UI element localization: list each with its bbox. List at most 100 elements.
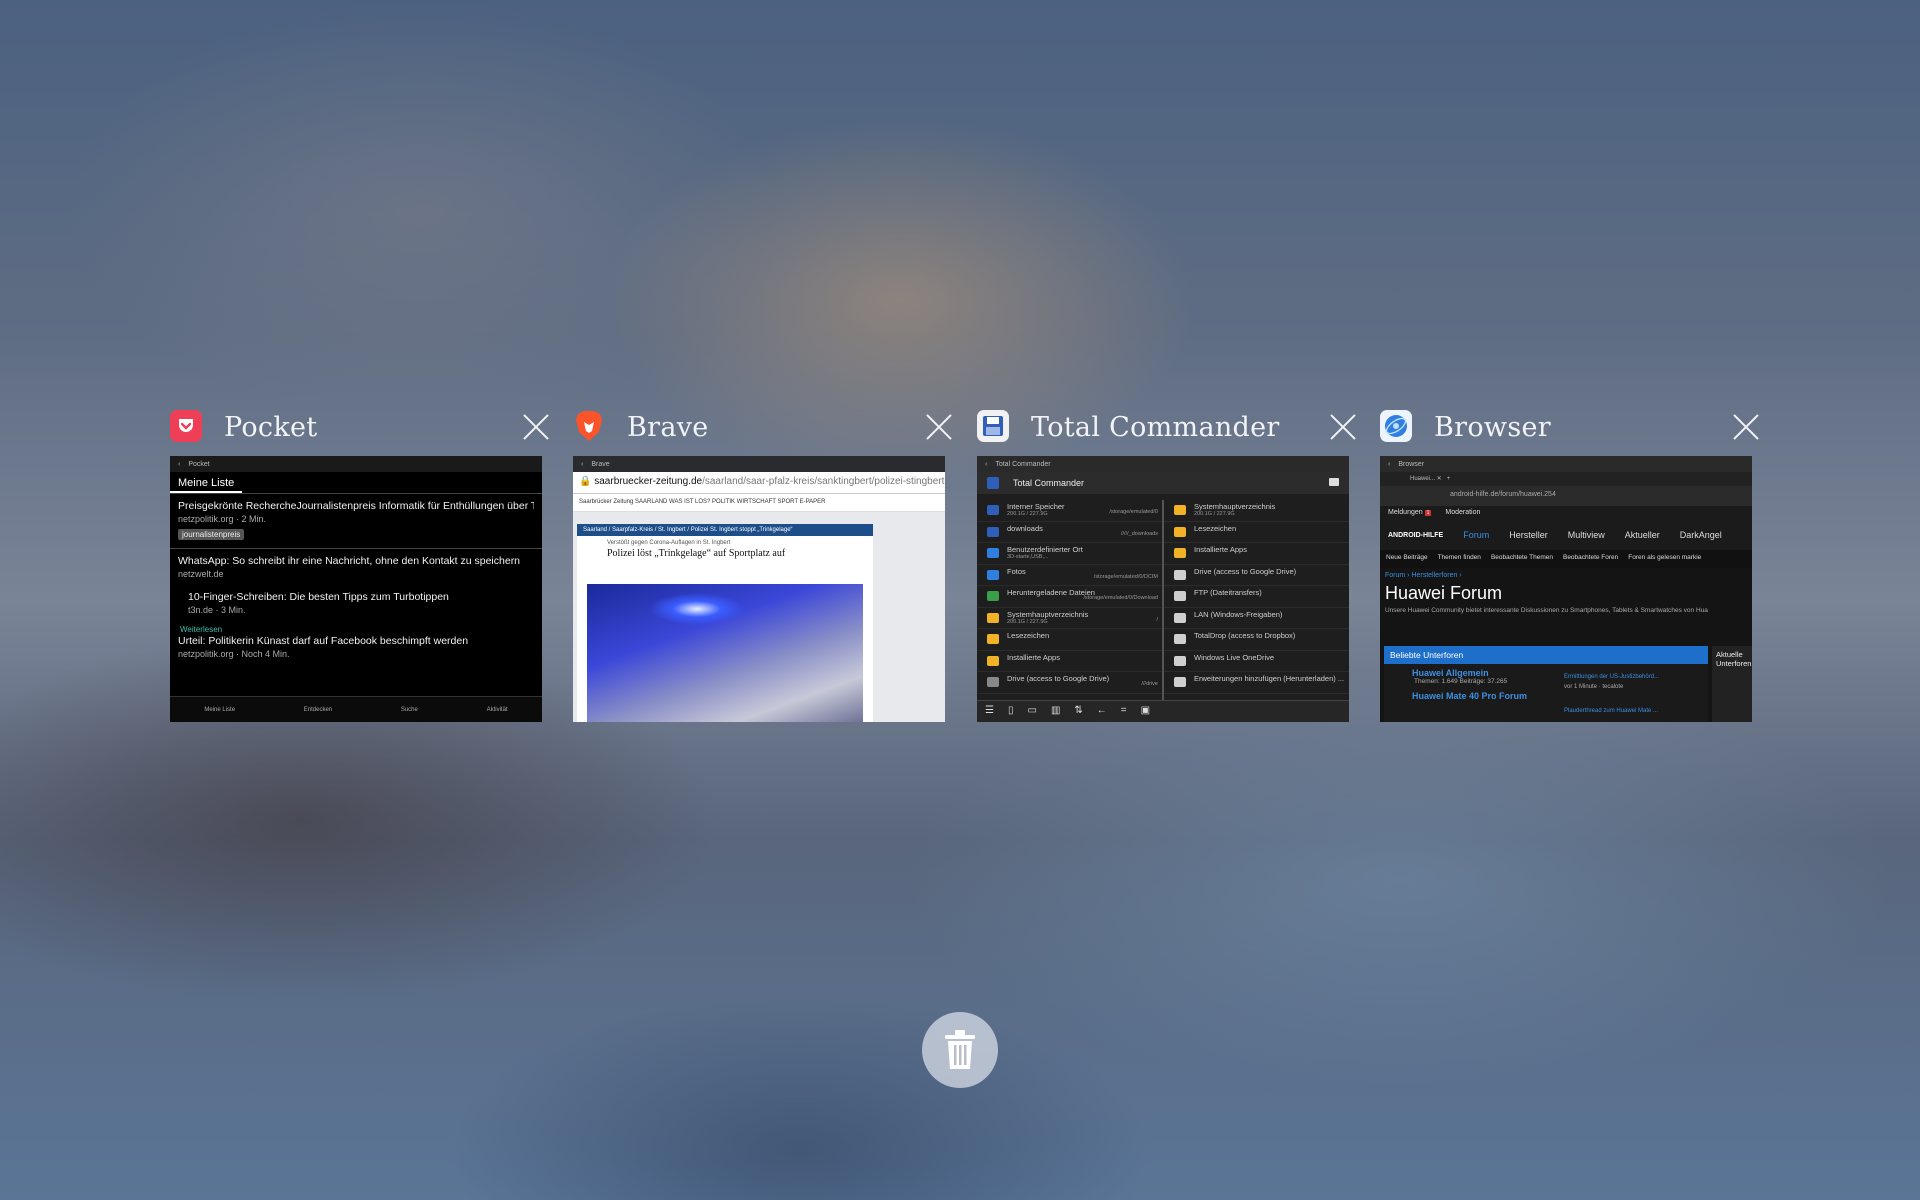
side-box: Aktuelle Unterforen [1712,646,1752,722]
breadcrumb: Saarland / Saarpfalz-Kreis / St. Ingbert… [577,524,873,536]
file-entry[interactable]: Installierte Apps [1164,543,1349,565]
file-entry[interactable]: Drive (access to Google Drive) ///drive [977,672,1162,694]
site-nav: Saarbrücker Zeitung SAARLAND WAS IST LOS… [573,494,945,512]
close-icon[interactable] [923,410,955,442]
folder-icon [1174,505,1186,515]
entry-size: 3D-starte,USB,... [1007,554,1049,560]
entry-name: LAN (Windows-Freigaben) [1194,609,1283,619]
app-title: Browser [1434,412,1551,443]
right-pane: Systemhauptverzeichnis 200.1G / 227.9G Les… [1164,500,1349,700]
file-entry[interactable]: Benutzerdefinierter Ort 3D-starte,USB,... [977,543,1162,565]
clear-all-button[interactable] [922,1012,998,1088]
preview-header: Pocket [188,460,210,468]
close-icon[interactable] [1730,410,1762,442]
app-title: Pocket [224,412,318,443]
folder-icon [987,634,999,644]
entry-name: Systemhauptverzeichnis [1194,502,1276,511]
file-entry[interactable]: Interner Speicher 200.1G / 227.9G/storage… [977,500,1162,522]
app-preview[interactable]: ‹ Brave 🔒 saarbruecker-zeitung.de/saarlan… [573,456,945,722]
entry-path: /////_downloads [1121,530,1158,537]
list-title: Meine Liste [170,472,243,493]
folder-icon [1174,526,1186,537]
close-icon[interactable] [520,410,552,442]
entry-name: Windows Live OneDrive [1194,652,1275,662]
file-entry[interactable]: Windows Live OneDrive [1164,651,1349,672]
folder-icon [1174,591,1186,601]
folder-icon [987,526,999,537]
app-title: Total Commander [1031,412,1280,443]
app-preview[interactable]: ‹ Total Commander Total Commander Interne… [977,456,1349,722]
entry-name: Erweiterungen hinzufügen (Herunterladen)… [1194,674,1345,683]
file-entry[interactable]: Systemhauptverzeichnis 200.1G / 227.9G / [977,608,1162,629]
entry-path: /storage/emulated/0/DCIM [1093,573,1158,580]
close-icon[interactable] [1327,410,1359,442]
file-entry[interactable]: FTP (Dateitransfers) [1164,586,1349,608]
file-entry[interactable]: Lesezeichen [977,629,1162,651]
entry-name: Lesezeichen [1194,523,1237,533]
tab-strip: Huawei... ✕ + [1380,472,1752,486]
file-entry[interactable]: Drive (access to Google Drive) [1164,565,1349,586]
app-title: Brave [627,412,709,443]
tc-toolbar: ☰ ▯ ▭ ▥ ⇅ ← = ▣ [977,700,1349,722]
preview-header: Browser [1398,460,1425,468]
folder-icon [987,655,999,666]
forum-menu: Meldungen 1 Moderation [1380,506,1752,520]
folder-icon [987,569,999,580]
entry-path: ///drive [1141,681,1158,687]
entry-path: / [1156,616,1158,623]
left-pane: Interner Speicher 200.1G / 227.9G/storage… [977,500,1164,700]
trash-icon [945,1030,975,1069]
tc-title-bar: Total Commander [977,472,1349,494]
folder-icon [1174,634,1186,644]
bottom-nav: Meine Liste Entdecken Suche Aktivität [170,696,542,722]
entry-name: TotalDrop (access to Dropbox) [1194,631,1296,640]
file-entry[interactable]: Erweiterungen hinzufügen (Herunterladen)… [1164,672,1349,694]
folder-icon [1174,677,1186,687]
file-entry[interactable]: LAN (Windows-Freigaben) [1164,608,1349,629]
forum-link: Huawei Allgemein [1412,668,1489,678]
file-entry[interactable]: Fotos/storage/emulated/0/DCIM [977,565,1162,586]
forum-sub-nav: Neue Beiträge Themen finden Beobachtete … [1380,550,1752,568]
entry-name: FTP (Dateitransfers) [1194,588,1262,597]
file-entry[interactable]: Heruntergeladene Dateien/storage/emulate… [977,586,1162,608]
entry-name: Drive (access to Google Drive) [1194,566,1297,576]
entry-name: Installierte Apps [1007,652,1060,662]
folder-icon [1174,655,1186,666]
task-card-browser[interactable]: Browser ‹ Browser Huawei... ✕ + android-h… [1380,404,1752,722]
list-item: WhatsApp: So schreibt ihr eine Nachricht… [178,555,521,579]
task-card-pocket[interactable]: Pocket ‹ Pocket Meine Liste Preisgekrönte… [170,404,542,722]
entry-name: Benutzerdefinierter Ort [1007,545,1083,554]
popular-subforums: Beliebte Unterforen Huawei Allgemein The… [1384,646,1708,722]
file-entry[interactable]: Lesezeichen [1164,522,1349,543]
entry-name: Installierte Apps [1194,545,1247,554]
page-description: Unsere Huawei Community bietet interessa… [1385,607,1708,614]
entry-path: /storage/emulated/0/Download [1083,595,1158,601]
pocket-icon [170,410,202,442]
folder-icon [987,591,999,601]
file-entry[interactable]: TotalDrop (access to Dropbox) [1164,629,1349,651]
task-card-brave[interactable]: Brave ‹ Brave 🔒 saarbruecker-zeitung.de/s… [573,404,945,722]
floppy-disk-icon [977,410,1009,442]
file-entry[interactable]: Systemhauptverzeichnis 200.1G / 227.9G [1164,500,1349,522]
url-bar: android-hilfe.de/forum/huawei.254 [1380,486,1752,506]
article-kicker: Verstößt gegen Corona-Auflagen in St. In… [607,540,731,546]
article-headline: Polizei löst „Trinkgelage“ auf Sportplat… [607,548,786,559]
list-item: Urteil: Politikerin Künast darf auf Face… [178,635,469,659]
file-entry[interactable]: Installierte Apps [977,651,1162,672]
file-entry[interactable]: downloads/////_downloads [977,522,1162,543]
continue-label: Weiterlesen [180,625,223,634]
list-item: Preisgekrönte RechercheJournalistenpreis… [178,500,534,540]
app-preview[interactable]: ‹ Browser Huawei... ✕ + android-hilfe.de/… [1380,456,1752,722]
entry-size: 200.1G / 227.9G [1007,618,1048,625]
folder-icon [987,612,999,623]
preview-header: Total Commander [995,460,1051,468]
app-preview[interactable]: ‹ Pocket Meine Liste Preisgekrönte Recher… [170,456,542,722]
forum-main-nav: ANDROID-HILFE Forum Hersteller Multiview… [1380,520,1752,550]
entry-name: Lesezeichen [1007,631,1050,640]
entry-path: /storage/emulated/0 [1109,509,1158,515]
preview-header: Brave [591,460,610,468]
task-card-total-commander[interactable]: Total Commander ‹ Total Commander Total C… [977,404,1349,722]
url-bar: 🔒 saarbruecker-zeitung.de/saarland/saar-… [573,472,945,494]
article-image [587,584,863,722]
folder-icon [987,677,999,687]
